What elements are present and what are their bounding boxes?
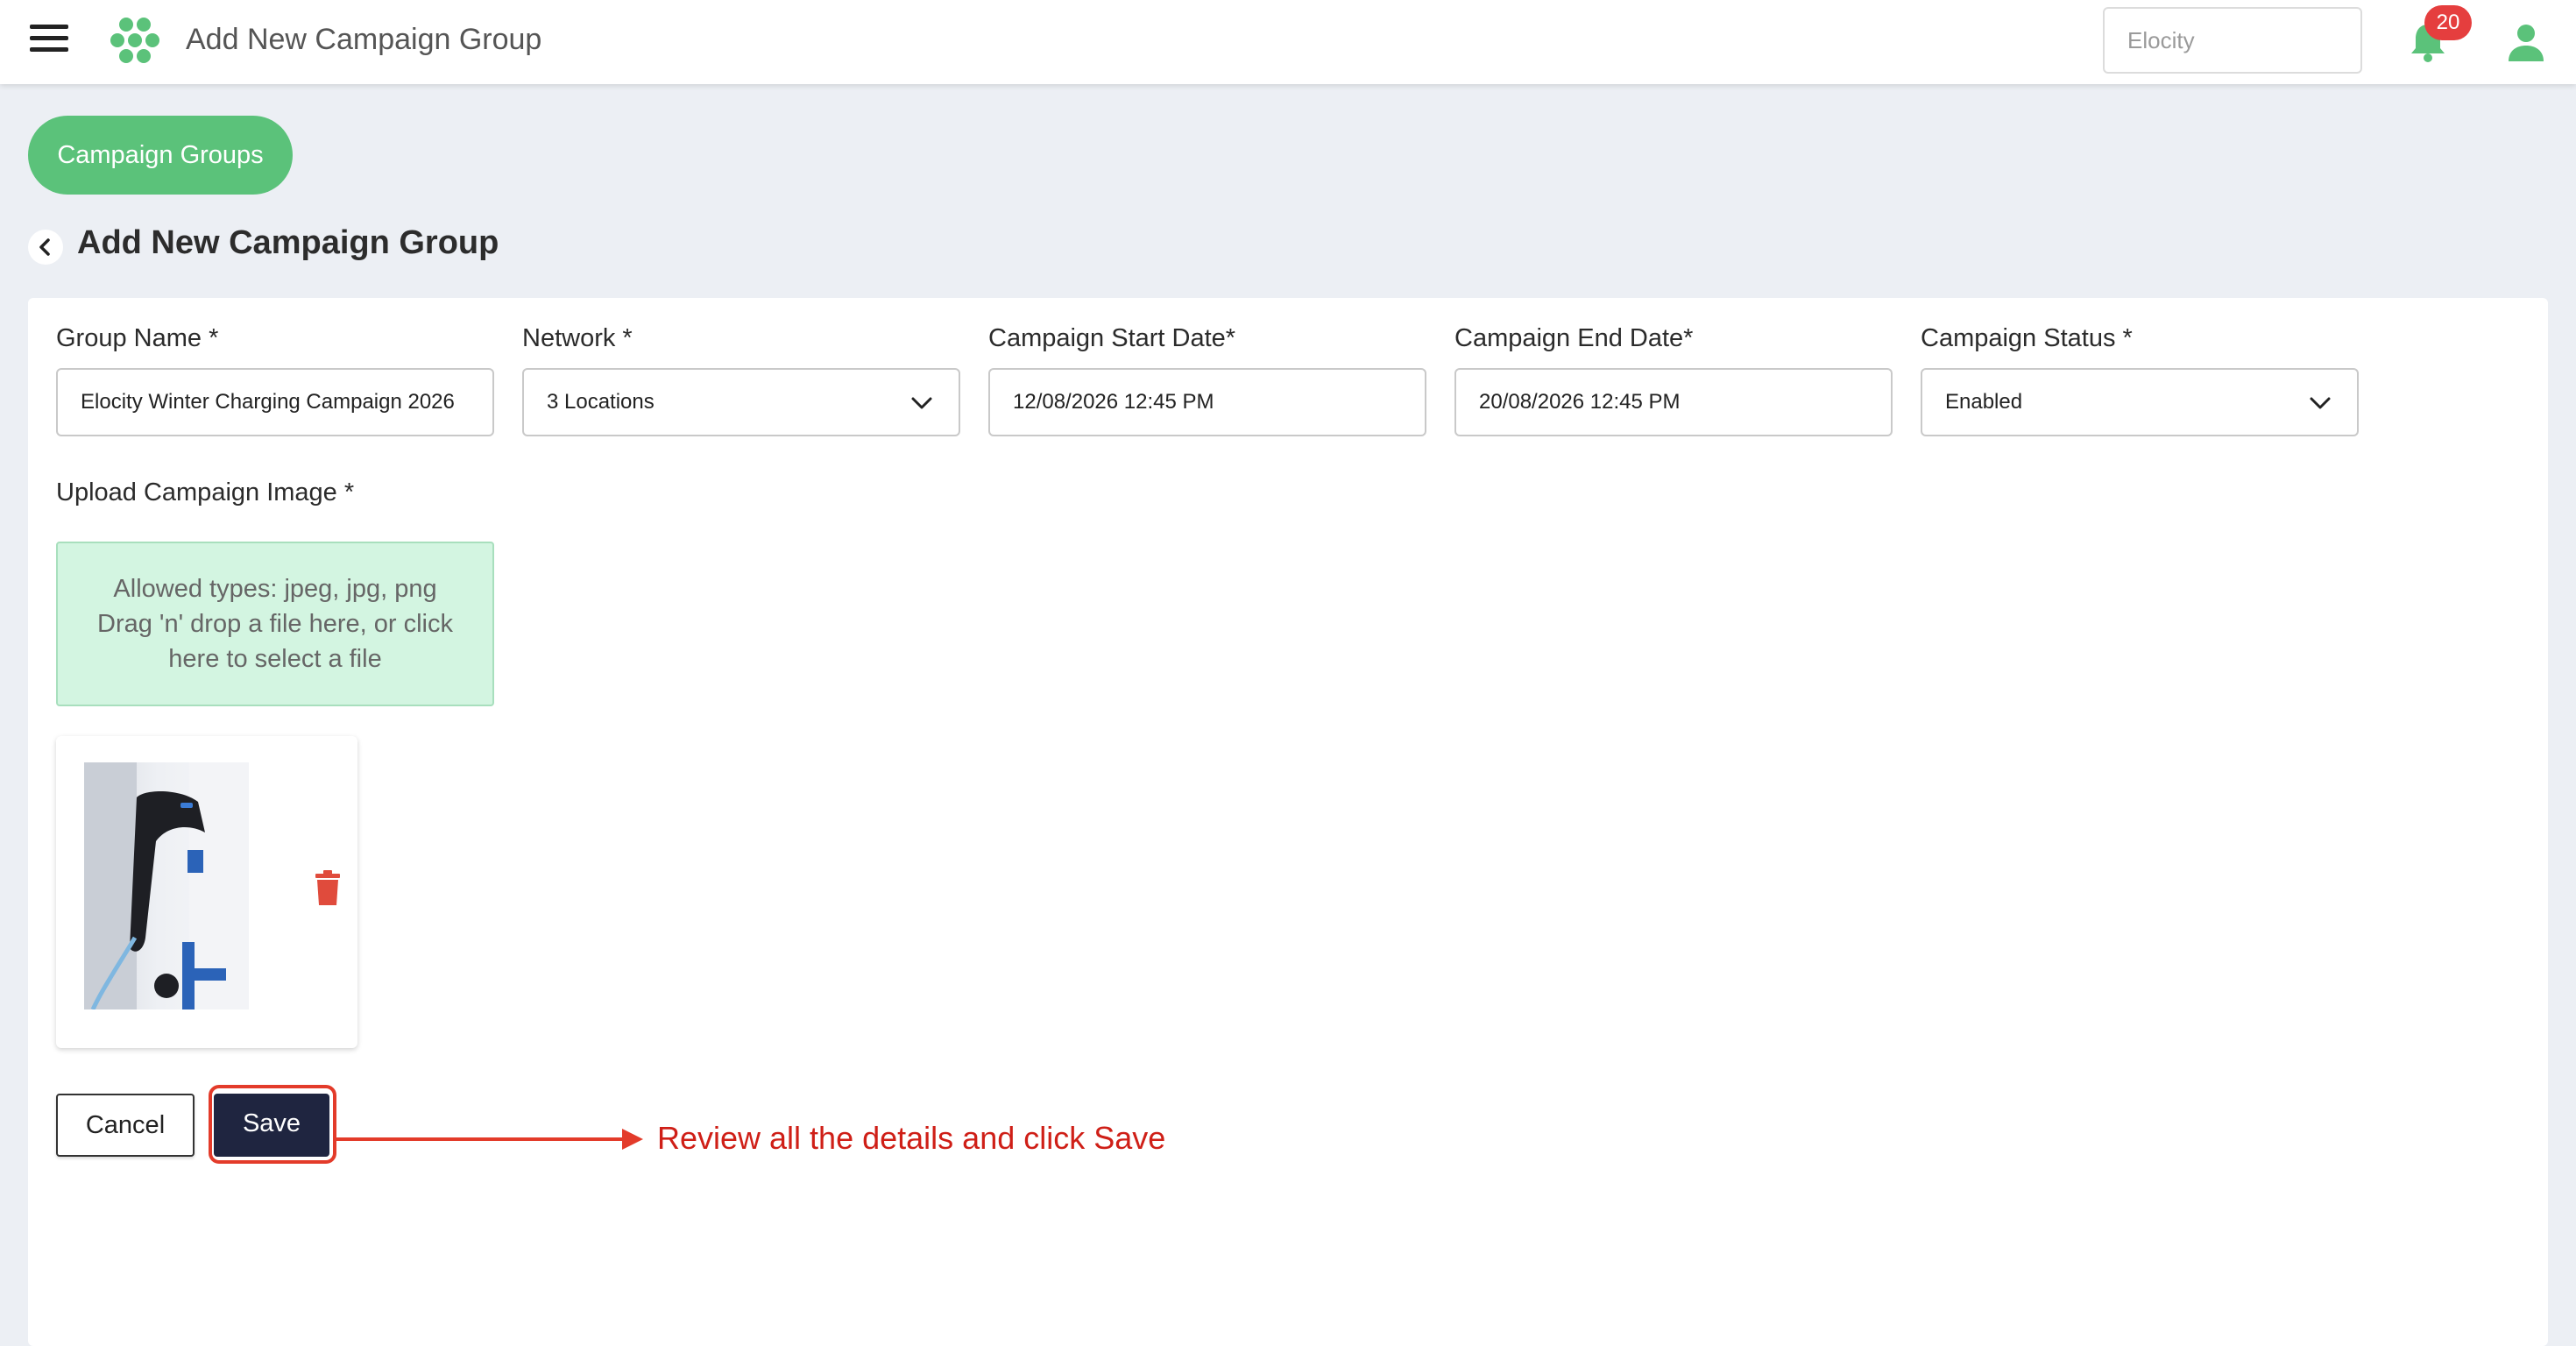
start-date-label: Campaign Start Date* [988,324,1236,352]
uploaded-image-thumbnail [84,762,249,1010]
group-name-label: Group Name * [56,324,219,352]
dropzone-instructions-text: Drag 'n' drop a file here, or click here… [97,610,453,673]
arrow-icon [336,1129,643,1150]
top-bar: Add New Campaign Group Elocity 20 [0,0,2576,84]
chevron-down-icon [2310,397,2331,409]
network-value: 3 Locations [547,390,655,414]
upload-label: Upload Campaign Image * [56,478,355,507]
uploaded-image-card [56,736,357,1048]
network-select[interactable]: 3 Locations [522,368,960,436]
campaign-groups-pill[interactable]: Campaign Groups [28,116,293,195]
group-name-input[interactable]: Elocity Winter Charging Campaign 2026 [56,368,494,436]
status-select[interactable]: Enabled [1921,368,2359,436]
form-card: Group Name * Elocity Winter Charging Cam… [28,298,2548,1346]
chevron-down-icon [911,397,932,409]
tenant-selector[interactable]: Elocity [2103,7,2362,74]
app-title: Add New Campaign Group [186,23,542,56]
annotation-text: Review all the details and click Save [657,1120,1166,1156]
end-date-input[interactable]: 20/08/2026 12:45 PM [1454,368,1893,436]
status-value: Enabled [1945,390,2023,414]
menu-icon[interactable] [30,25,68,60]
back-arrow-icon [39,238,50,256]
trash-icon[interactable] [314,870,342,905]
notification-badge: 20 [2424,5,2472,40]
user-icon[interactable] [2506,21,2546,63]
logo-icon [110,18,159,63]
back-button[interactable] [28,230,63,265]
end-date-label: Campaign End Date* [1454,324,1694,352]
start-date-input[interactable]: 12/08/2026 12:45 PM [988,368,1426,436]
dropzone-types-text: Allowed types: jpeg, jpg, png [113,575,437,603]
cancel-button[interactable]: Cancel [56,1094,195,1157]
network-label: Network * [522,324,633,352]
status-label: Campaign Status * [1921,324,2133,352]
ev-charger-image [84,762,249,1010]
page-title: Add New Campaign Group [77,224,499,261]
save-highlight-box [209,1085,336,1164]
image-dropzone[interactable]: Allowed types: jpeg, jpg, png Drag 'n' d… [56,542,494,706]
